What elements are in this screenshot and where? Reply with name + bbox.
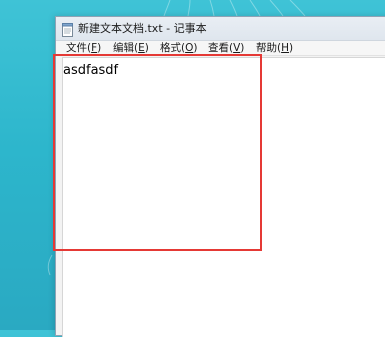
menu-file[interactable]: 文件(F) <box>66 42 101 55</box>
notepad-window[interactable]: 新建文本文档.txt - 记事本 文件(F) 编辑(E) 格式(O) 查看(V)… <box>55 16 385 337</box>
editor-content: asdfasdf <box>63 63 119 78</box>
menu-format[interactable]: 格式(O) <box>160 42 197 55</box>
menu-bar: 文件(F) 编辑(E) 格式(O) 查看(V) 帮助(H) <box>56 41 385 56</box>
notepad-icon <box>62 22 73 37</box>
menu-view[interactable]: 查看(V) <box>208 42 244 55</box>
window-title: 新建文本文档.txt - 记事本 <box>78 22 207 35</box>
menu-help[interactable]: 帮助(H) <box>256 42 293 55</box>
title-bar[interactable]: 新建文本文档.txt - 记事本 <box>56 17 385 41</box>
menu-edit[interactable]: 编辑(E) <box>113 42 149 55</box>
text-editor-area[interactable]: asdfasdf <box>62 57 385 337</box>
